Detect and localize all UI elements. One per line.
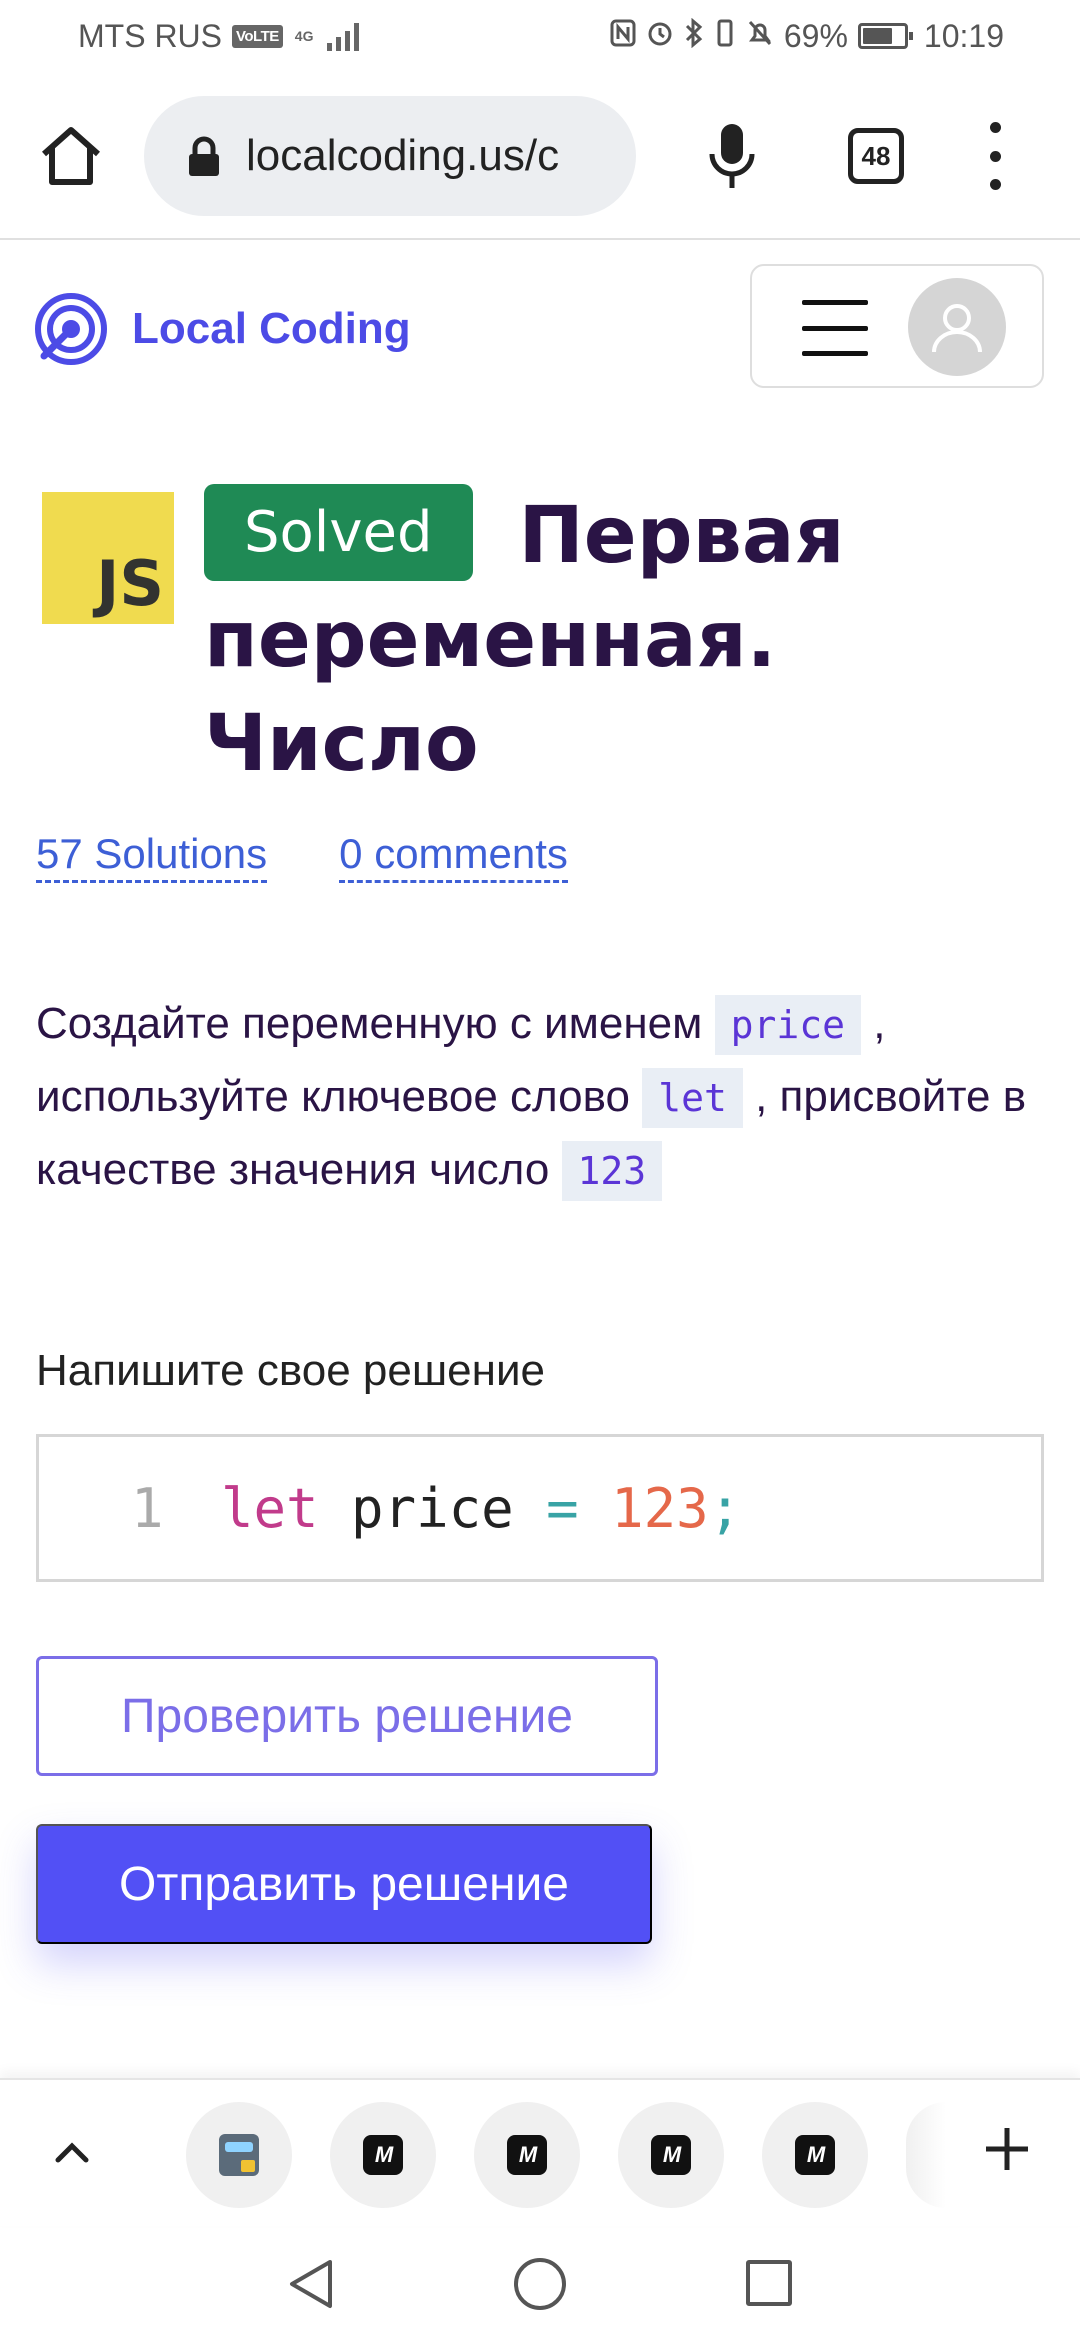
tab-thumbnail[interactable]: M [618, 2102, 724, 2208]
lock-icon [186, 136, 222, 176]
browser-tab-strip: M M M M [0, 2078, 1080, 2226]
site-favicon-icon: M [363, 2135, 403, 2175]
editor-label: Напишите свое решение [36, 1346, 545, 1395]
user-icon [932, 304, 982, 353]
solutions-link[interactable]: 57 Solutions [36, 830, 268, 883]
check-solution-button[interactable]: Проверить решение [36, 1656, 658, 1776]
new-tab-plus-icon[interactable] [982, 2124, 1032, 2174]
title-block: Solved Первая переменная. Число [204, 484, 1044, 796]
network-type: 4G [294, 28, 314, 44]
nfc-icon [610, 19, 636, 54]
carrier-name: MTS RUS [78, 17, 222, 54]
home-icon [42, 127, 100, 185]
solved-badge: Solved [204, 484, 473, 581]
brand-logo-icon [35, 293, 107, 365]
back-icon[interactable] [286, 2258, 336, 2315]
url-text: localcoding.us/c [246, 131, 560, 180]
tab-thumbnail[interactable] [186, 2102, 292, 2208]
more-vert-icon[interactable] [980, 122, 1010, 190]
description-text-1: Создайте переменную с именем [36, 999, 715, 1048]
code-number: 123 [578, 1476, 709, 1540]
code-price: price [714, 995, 861, 1055]
brand-name: Local Coding [132, 304, 411, 353]
code-123: 123 [561, 1141, 663, 1201]
system-nav-bar [0, 2228, 1080, 2340]
tab-thumbnail-partial[interactable] [906, 2102, 946, 2208]
battery-percent: 69% [783, 17, 848, 54]
mic-icon [709, 124, 755, 188]
tab-thumbnail[interactable]: M [474, 2102, 580, 2208]
line-number: 1 [131, 1476, 164, 1540]
voice-search-button[interactable] [704, 120, 760, 192]
comments-link[interactable]: 0 comments [339, 830, 568, 883]
status-right: 69% 10:19 [610, 17, 1004, 55]
site-header: Local Coding [0, 242, 1080, 410]
site-favicon-icon: M [507, 2135, 547, 2175]
clock-time: 10:19 [923, 17, 1004, 54]
code-let: let [642, 1068, 743, 1128]
task-meta-links: 57 Solutions 0 comments [36, 830, 568, 883]
url-bar[interactable]: localcoding.us/c [144, 96, 636, 216]
tab-thumbnail[interactable]: M [762, 2102, 868, 2208]
code-keyword: let [221, 1476, 319, 1540]
status-bar: MTS RUS VoLTE 4G 69% 10:19 [0, 0, 1080, 72]
robot-app-icon [219, 2134, 259, 2176]
header-controls [750, 264, 1044, 388]
avatar[interactable] [908, 278, 1006, 376]
alarm-icon [646, 19, 674, 54]
js-language-badge: JS [42, 492, 174, 624]
submit-solution-button[interactable]: Отправить решение [36, 1824, 652, 1944]
battery-icon [857, 23, 913, 49]
site-favicon-icon: M [651, 2135, 691, 2175]
mute-bell-icon [746, 18, 774, 55]
status-left: MTS RUS VoLTE 4G [78, 17, 360, 55]
code-identifier: price [318, 1476, 547, 1540]
code-line: let price = 123; [221, 1477, 741, 1540]
code-operator: = [546, 1476, 579, 1540]
vibrate-icon [714, 18, 736, 55]
signal-icon [327, 21, 360, 51]
task-description: Создайте переменную с именем price , исп… [36, 988, 1046, 1207]
brand-link[interactable]: Local Coding [34, 292, 411, 366]
tab-thumbnail[interactable]: M [330, 2102, 436, 2208]
tabs-button[interactable]: 48 [848, 128, 904, 184]
browser-toolbar: localcoding.us/c 48 [0, 72, 1080, 240]
volte-icon: VoLTE [232, 24, 283, 48]
code-editor[interactable]: 1 let price = 123; [36, 1434, 1044, 1582]
site-favicon-icon: M [795, 2135, 835, 2175]
code-semicolon: ; [708, 1476, 742, 1540]
home-circle-icon[interactable] [514, 2258, 566, 2310]
bluetooth-icon [684, 17, 704, 55]
chevron-up-icon[interactable] [50, 2130, 94, 2174]
tab-count: 48 [861, 140, 891, 171]
js-badge-text: JS [96, 547, 164, 620]
hamburger-menu-icon[interactable] [802, 300, 868, 356]
home-button[interactable] [38, 124, 104, 188]
recent-apps-icon[interactable] [746, 2260, 792, 2306]
